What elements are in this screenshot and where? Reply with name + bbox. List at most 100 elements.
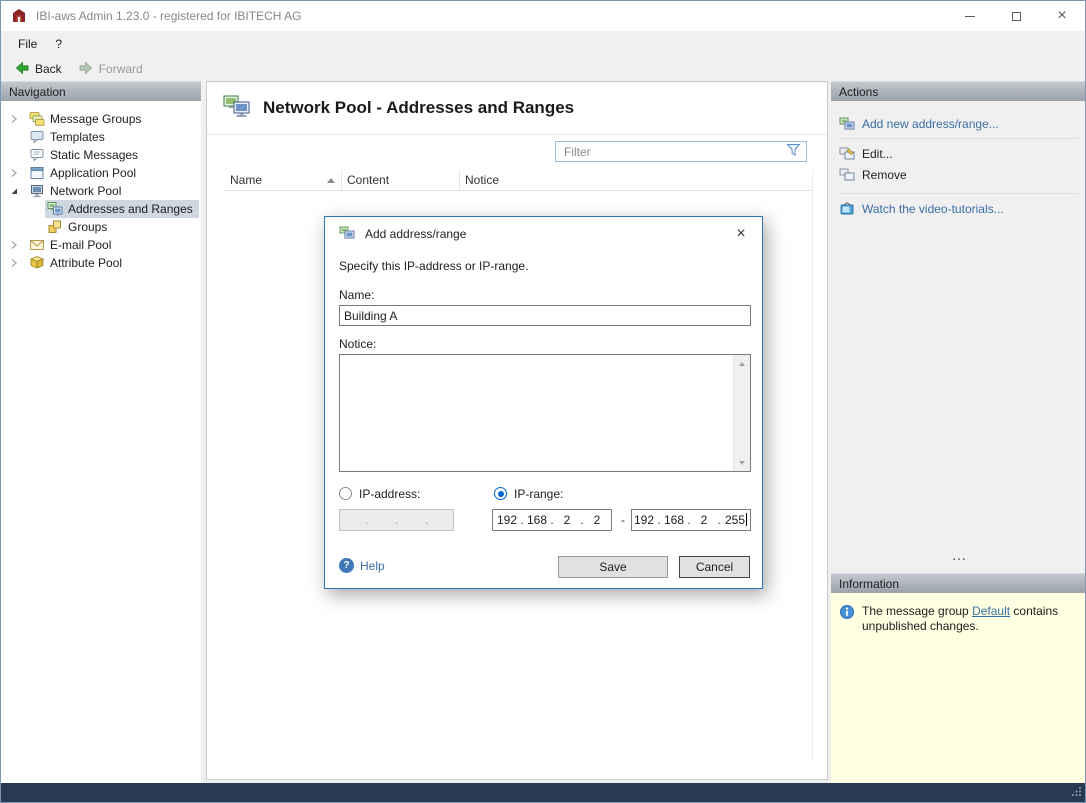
minimize-button[interactable]: [947, 1, 993, 31]
remove-action[interactable]: Remove: [831, 164, 1086, 185]
resize-grip[interactable]: [1071, 786, 1082, 800]
nav-item-label: Network Pool: [50, 184, 121, 198]
save-button[interactable]: Save: [558, 556, 668, 578]
actions-panel: Actions Add new address/range... Edit...…: [831, 81, 1086, 783]
dialog-description: Specify this IP-address or IP-range.: [339, 259, 528, 273]
navigation-tree: Message Groups Templates Static Messages: [1, 101, 201, 272]
nav-item-groups[interactable]: Groups: [1, 218, 201, 236]
name-label: Name:: [339, 288, 374, 302]
edit-label: Edit...: [862, 147, 893, 161]
dialog-icon: [339, 225, 355, 244]
scroll-up-icon[interactable]: [734, 355, 750, 372]
add-address-action[interactable]: Add new address/range...: [831, 113, 1086, 134]
name-input[interactable]: [339, 305, 751, 326]
column-header-name[interactable]: Name: [225, 170, 342, 190]
range-separator: -: [616, 509, 630, 531]
table-header-row: Name Content Notice: [225, 170, 812, 191]
ip-address-label: IP-address:: [359, 487, 420, 501]
ip-range-radio[interactable]: [494, 487, 507, 500]
nav-item-label: Message Groups: [50, 112, 141, 126]
nav-item-label: E-mail Pool: [50, 238, 111, 252]
chevron-right-icon[interactable]: [9, 114, 27, 124]
chevron-right-icon[interactable]: [9, 258, 27, 268]
application-pool-icon: [29, 165, 45, 181]
toolbar: Back Forward: [1, 57, 1085, 81]
close-button[interactable]: ×: [1039, 1, 1085, 31]
attribute-pool-icon: [29, 255, 45, 271]
menu-help[interactable]: ?: [46, 33, 71, 55]
dialog-close-button[interactable]: ×: [730, 223, 752, 245]
navigation-panel: Navigation Message Groups Templates: [1, 81, 201, 783]
nav-item-message-groups[interactable]: Message Groups: [1, 110, 201, 128]
addresses-and-ranges-icon: [47, 201, 63, 217]
notice-scrollbar[interactable]: [733, 355, 750, 471]
info-icon: [839, 604, 855, 623]
actions-separator: [839, 193, 1079, 194]
window-title: IBI-aws Admin 1.23.0 - registered for IB…: [36, 9, 301, 23]
filter-box: [555, 141, 807, 162]
maximize-button[interactable]: [993, 1, 1039, 31]
message-groups-icon: [29, 111, 45, 127]
column-header-content[interactable]: Content: [342, 170, 460, 190]
actions-list: Add new address/range... Edit... Remove …: [831, 101, 1086, 219]
menubar: File ?: [1, 31, 1085, 57]
nav-item-static-messages[interactable]: Static Messages: [1, 146, 201, 164]
default-group-link[interactable]: Default: [972, 604, 1010, 618]
chevron-right-icon[interactable]: [9, 240, 27, 250]
minimize-icon: [965, 16, 975, 17]
back-button[interactable]: Back: [7, 58, 69, 80]
static-messages-icon: [29, 147, 45, 163]
panel-splitter-handle[interactable]: …: [831, 551, 1086, 565]
email-pool-icon: [29, 237, 45, 253]
nav-item-network-pool[interactable]: Network Pool: [1, 182, 201, 200]
titlebar: IBI-aws Admin 1.23.0 - registered for IB…: [1, 1, 1085, 31]
nav-item-email-pool[interactable]: E-mail Pool: [1, 236, 201, 254]
groups-icon: [47, 219, 63, 235]
information-content: The message group Default contains unpub…: [831, 593, 1086, 783]
ip-range-label: IP-range:: [514, 487, 563, 501]
templates-icon: [29, 129, 45, 145]
watch-tutorials-action[interactable]: Watch the video-tutorials...: [831, 198, 1086, 219]
nav-item-label: Application Pool: [50, 166, 136, 180]
edit-action[interactable]: Edit...: [831, 143, 1086, 164]
app-window: IBI-aws Admin 1.23.0 - registered for IB…: [0, 0, 1086, 803]
chevron-right-icon[interactable]: [9, 168, 27, 178]
dialog-title: Add address/range: [365, 227, 466, 241]
nav-item-label: Static Messages: [50, 148, 138, 162]
nav-item-attribute-pool[interactable]: Attribute Pool: [1, 254, 201, 272]
filter-input[interactable]: [564, 145, 786, 159]
nav-item-label: Attribute Pool: [50, 256, 122, 270]
nav-item-addresses-and-ranges[interactable]: Addresses and Ranges: [1, 200, 201, 218]
information-panel: Information The message group Default co…: [831, 573, 1086, 783]
cancel-button[interactable]: Cancel: [679, 556, 750, 578]
page-header: Network Pool - Addresses and Ranges: [207, 82, 827, 135]
info-message: The message group Default contains unpub…: [862, 604, 1060, 634]
scroll-down-icon[interactable]: [734, 454, 750, 471]
notice-textarea[interactable]: [339, 354, 751, 472]
network-pool-page-icon: [223, 94, 251, 123]
page-title: Network Pool - Addresses and Ranges: [263, 98, 574, 118]
ip-range-end-input[interactable]: 192 168 2 255: [631, 509, 751, 531]
help-link[interactable]: ? Help: [339, 558, 385, 573]
remove-label: Remove: [862, 168, 907, 182]
nav-item-label: Templates: [50, 130, 105, 144]
statusbar: [1, 783, 1085, 802]
filter-funnel-icon[interactable]: [786, 143, 801, 160]
nav-item-label: Addresses and Ranges: [68, 202, 193, 216]
forward-arrow-icon: [78, 60, 94, 79]
nav-item-application-pool[interactable]: Application Pool: [1, 164, 201, 182]
column-header-notice[interactable]: Notice: [460, 170, 812, 190]
chevron-expanded-icon[interactable]: [9, 186, 27, 196]
app-logo-icon: [11, 8, 27, 24]
edit-icon: [839, 146, 855, 162]
ip-range-start-input[interactable]: 192 168 2 2: [492, 509, 612, 531]
forward-button[interactable]: Forward: [71, 58, 150, 80]
ip-address-radio[interactable]: [339, 487, 352, 500]
navigation-header: Navigation: [1, 81, 201, 101]
help-label: Help: [360, 559, 385, 573]
nav-item-templates[interactable]: Templates: [1, 128, 201, 146]
menu-file[interactable]: File: [9, 33, 46, 55]
actions-header: Actions: [831, 81, 1086, 101]
help-icon: ?: [339, 558, 354, 573]
add-address-label: Add new address/range...: [862, 117, 999, 131]
